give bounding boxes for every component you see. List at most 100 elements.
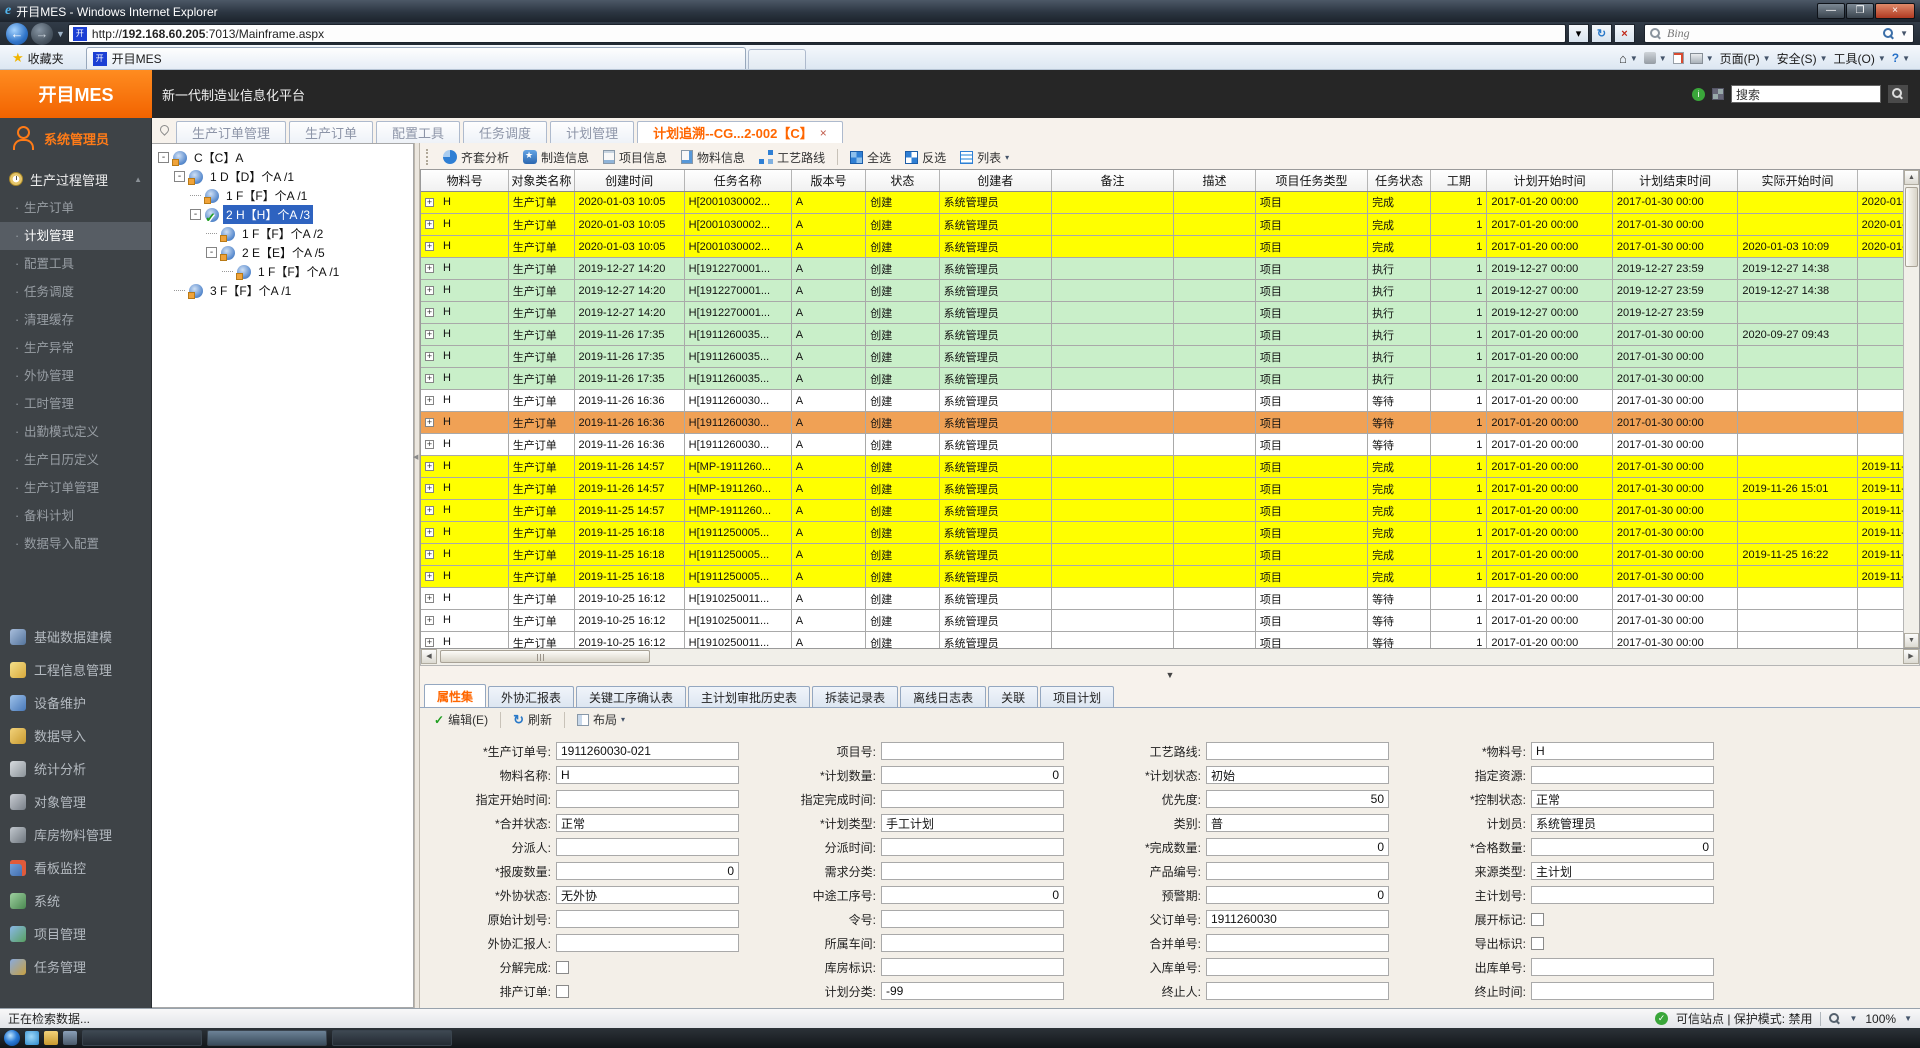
row-expander-icon[interactable]: + xyxy=(425,352,434,361)
table-row[interactable]: +H生产订单2019-11-26 16:36H[1911260030...A创建… xyxy=(421,434,1903,456)
form-field-input[interactable]: 无外协 xyxy=(556,886,739,904)
form-field-input[interactable] xyxy=(1206,934,1389,952)
detail-tab[interactable]: 关联 xyxy=(988,686,1038,707)
start-button[interactable] xyxy=(4,1030,20,1046)
tree-expander[interactable]: - xyxy=(158,152,169,163)
home-button[interactable]: ⌂▼ xyxy=(1619,51,1638,66)
form-field-input[interactable] xyxy=(1206,982,1389,1000)
feeds-button[interactable]: ▼ xyxy=(1644,52,1667,64)
tree-node[interactable]: -C【C】A xyxy=(152,148,413,167)
form-field-input[interactable]: 0 xyxy=(881,886,1064,904)
form-field-input[interactable] xyxy=(881,862,1064,880)
close-button[interactable]: × xyxy=(1875,3,1915,19)
column-header[interactable]: 工期 xyxy=(1431,170,1487,191)
table-row[interactable]: +H生产订单2019-11-26 17:35H[1911260035...A创建… xyxy=(421,368,1903,390)
zoom-level-caret-icon[interactable]: ▼ xyxy=(1904,1014,1912,1023)
scroll-left-icon[interactable]: ◀ xyxy=(421,649,437,664)
row-expander-icon[interactable]: + xyxy=(425,220,434,229)
form-field-input[interactable] xyxy=(1206,862,1389,880)
taskbar-folder-icon[interactable] xyxy=(44,1031,58,1045)
column-header[interactable]: 实际结束时间 xyxy=(1857,170,1903,191)
help-menu[interactable]: ?▼ xyxy=(1892,51,1910,65)
column-header[interactable]: 计划开始时间 xyxy=(1487,170,1612,191)
form-field-input[interactable]: 正常 xyxy=(556,814,739,832)
go-search-icon[interactable] xyxy=(1883,28,1895,40)
panel-splitter[interactable] xyxy=(414,143,420,1008)
row-expander-icon[interactable]: + xyxy=(425,462,434,471)
sidebar-item[interactable]: 生产订单管理 xyxy=(0,474,151,502)
toolbar-button[interactable]: 工艺路线 xyxy=(753,147,831,168)
detail-tab[interactable]: 项目计划 xyxy=(1040,686,1114,707)
form-field-input[interactable] xyxy=(881,742,1064,760)
form-field-input[interactable]: 0 xyxy=(881,766,1064,784)
detail-tab[interactable]: 离线日志表 xyxy=(900,686,986,707)
table-row[interactable]: +H生产订单2019-10-25 16:12H[1910250011...A创建… xyxy=(421,610,1903,632)
form-field-input[interactable]: 0 xyxy=(1531,838,1714,856)
form-field-input[interactable] xyxy=(1206,742,1389,760)
form-field-input[interactable]: 手工计划 xyxy=(881,814,1064,832)
app-search-input[interactable]: 搜索 xyxy=(1731,85,1881,103)
row-expander-icon[interactable]: + xyxy=(425,242,434,251)
row-expander-icon[interactable]: + xyxy=(425,374,434,383)
row-expander-icon[interactable]: + xyxy=(425,594,434,603)
horizontal-scrollbar[interactable]: ◀ ▶ xyxy=(420,649,1920,666)
checkbox[interactable] xyxy=(556,961,569,974)
horizontal-scroll-thumb[interactable] xyxy=(440,650,650,663)
toolbar-button[interactable]: 齐套分析 xyxy=(437,147,515,168)
column-header[interactable]: 状态 xyxy=(866,170,939,191)
column-header[interactable]: 版本号 xyxy=(791,170,865,191)
toolbar-button[interactable]: 项目信息 xyxy=(597,147,673,168)
tree-node[interactable]: 1 F【F】个A /1 xyxy=(152,262,413,281)
sidebar-module[interactable]: 基础数据建模 xyxy=(0,620,151,653)
row-expander-icon[interactable]: + xyxy=(425,264,434,273)
minimize-button[interactable]: — xyxy=(1817,3,1845,19)
back-button[interactable]: ← xyxy=(6,23,28,45)
column-header[interactable]: 任务状态 xyxy=(1368,170,1431,191)
table-row[interactable]: +H生产订单2019-11-26 17:35H[1911260035...A创建… xyxy=(421,324,1903,346)
row-expander-icon[interactable]: + xyxy=(425,616,434,625)
row-expander-icon[interactable]: + xyxy=(425,440,434,449)
sidebar-module[interactable]: 工程信息管理 xyxy=(0,653,151,686)
table-row[interactable]: +H生产订单2019-11-26 16:36H[1911260030...A创建… xyxy=(421,390,1903,412)
row-expander-icon[interactable]: + xyxy=(425,506,434,515)
form-field-input[interactable]: 0 xyxy=(1206,838,1389,856)
form-field-input[interactable] xyxy=(881,910,1064,928)
detail-tab[interactable]: 外协汇报表 xyxy=(488,686,574,707)
forward-button[interactable]: → xyxy=(31,23,53,45)
form-field-input[interactable] xyxy=(881,934,1064,952)
dropdown-caret-icon[interactable]: ▾ xyxy=(621,715,625,724)
sidebar-module[interactable]: 统计分析 xyxy=(0,752,151,785)
search-input[interactable]: Bing ▼ xyxy=(1644,24,1914,43)
form-field-input[interactable]: 1911260030 xyxy=(1206,910,1389,928)
sidebar-item[interactable]: 生产日历定义 xyxy=(0,446,151,474)
sidebar-module[interactable]: 看板监控 xyxy=(0,851,151,884)
read-mail-icon[interactable] xyxy=(1673,52,1684,64)
scroll-right-icon[interactable]: ▶ xyxy=(1903,649,1919,664)
panel-collapse-handle[interactable]: ▼ xyxy=(420,666,1920,683)
tab[interactable]: 任务调度 xyxy=(463,121,547,143)
form-field-input[interactable]: 主计划 xyxy=(1531,862,1714,880)
sidebar-item[interactable]: 任务调度 xyxy=(0,278,151,306)
sidebar-item[interactable]: 清理缓存 xyxy=(0,306,151,334)
row-expander-icon[interactable]: + xyxy=(425,286,434,295)
pin-icon[interactable] xyxy=(158,123,171,136)
row-expander-icon[interactable]: + xyxy=(425,484,434,493)
info-icon[interactable]: i xyxy=(1692,88,1705,101)
form-field-input[interactable]: 正常 xyxy=(1531,790,1714,808)
vertical-scroll-thumb[interactable] xyxy=(1905,187,1918,267)
sidebar-module[interactable]: 数据导入 xyxy=(0,719,151,752)
tree-expander[interactable]: - xyxy=(174,171,185,182)
row-expander-icon[interactable]: + xyxy=(425,572,434,581)
scroll-down-icon[interactable]: ▼ xyxy=(1904,633,1919,648)
tree-node[interactable]: 1 F【F】个A /1 xyxy=(152,186,413,205)
table-row[interactable]: +H生产订单2019-12-27 14:20H[1912270001...A创建… xyxy=(421,302,1903,324)
tab[interactable]: 配置工具 xyxy=(376,121,460,143)
form-field-input[interactable]: H xyxy=(556,766,739,784)
form-field-input[interactable] xyxy=(881,958,1064,976)
print-button[interactable]: ▼ xyxy=(1690,53,1714,64)
detail-tab[interactable]: 拆装记录表 xyxy=(812,686,898,707)
tree-node[interactable]: 1 F【F】个A /2 xyxy=(152,224,413,243)
apps-grid-icon[interactable] xyxy=(1712,88,1724,100)
tree-expander[interactable]: - xyxy=(190,209,201,220)
row-expander-icon[interactable]: + xyxy=(425,198,434,207)
